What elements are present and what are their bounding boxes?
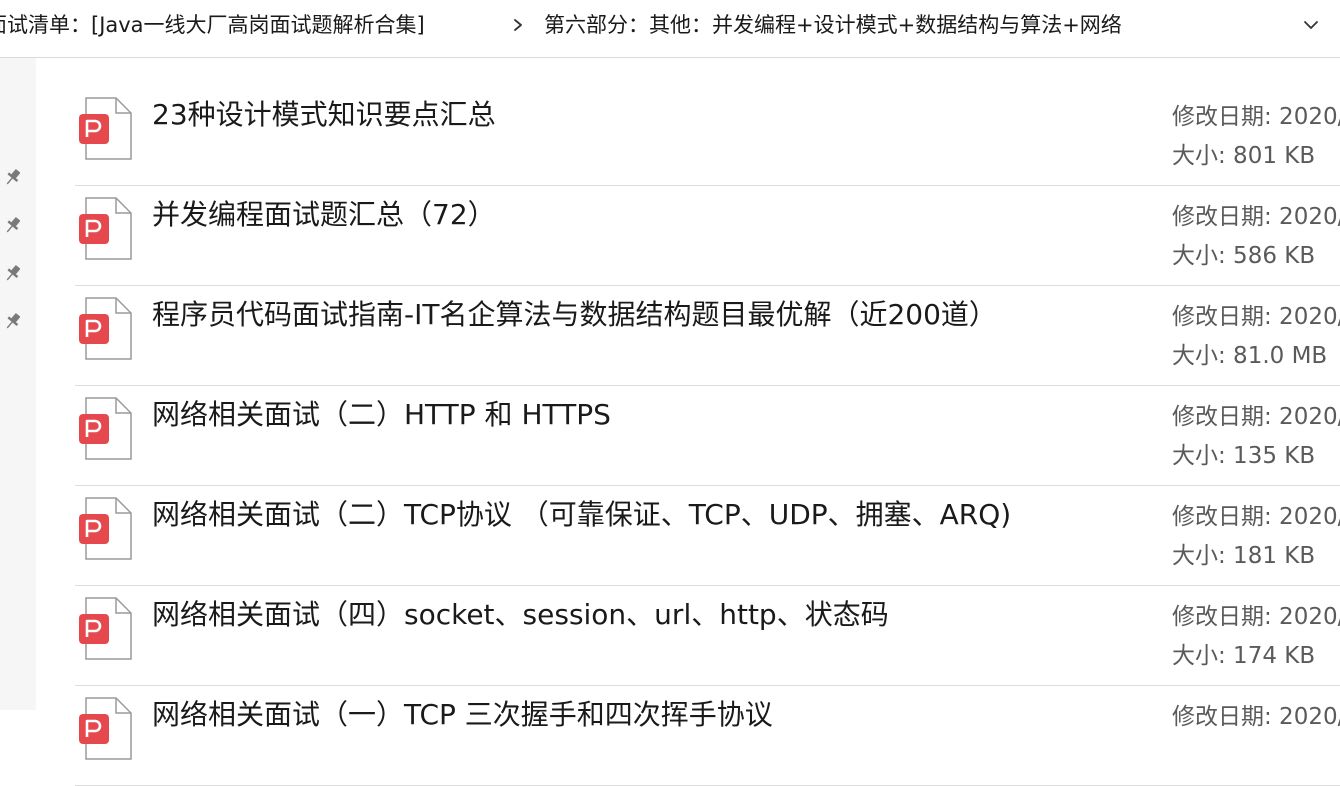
file-row[interactable]: 程序员代码面试指南-IT名企算法与数据结构题目最优解（近200道） 修改日期: … [75, 286, 1340, 386]
file-row[interactable]: 网络相关面试（二）TCP协议 （可靠保证、TCP、UDP、拥塞、ARQ) 修改日… [75, 486, 1340, 586]
breadcrumb-parent[interactable]: 面试清单：[Java一线大厂高岗面试题解析合集] [0, 10, 425, 40]
file-size: 大小: 81.0 MB [1172, 343, 1328, 369]
file-row[interactable]: 网络相关面试（二）HTTP 和 HTTPS 修改日期: 2020/ 大小: 13… [75, 386, 1340, 486]
file-row[interactable]: 网络相关面试（一）TCP 三次握手和四次挥手协议 修改日期: 2020/ [75, 686, 1340, 786]
modified-date: 修改日期: 2020/ [1172, 204, 1340, 230]
file-name[interactable]: 23种设计模式知识要点汇总 [152, 96, 496, 134]
pdf-file-icon [79, 397, 132, 460]
modified-date: 修改日期: 2020/ [1172, 604, 1340, 630]
pin-icon[interactable] [2, 166, 24, 188]
file-name[interactable]: 并发编程面试题汇总（72） [152, 196, 496, 234]
file-name[interactable]: 网络相关面试（二）HTTP 和 HTTPS [152, 396, 611, 434]
chevron-down-icon[interactable] [1300, 14, 1322, 36]
file-name[interactable]: 网络相关面试（一）TCP 三次握手和四次挥手协议 [152, 696, 773, 734]
file-list: 23种设计模式知识要点汇总 修改日期: 2020/ 大小: 801 KB 并发编… [75, 86, 1340, 786]
navigation-pane [0, 58, 36, 710]
modified-date: 修改日期: 2020/ [1172, 404, 1340, 430]
pdf-file-icon [79, 497, 132, 560]
pin-icon[interactable] [2, 214, 24, 236]
file-name[interactable]: 程序员代码面试指南-IT名企算法与数据结构题目最优解（近200道） [152, 296, 997, 334]
modified-date: 修改日期: 2020/ [1172, 504, 1340, 530]
file-name[interactable]: 网络相关面试（四）socket、session、url、http、状态码 [152, 596, 889, 634]
pdf-file-icon [79, 297, 132, 360]
file-size: 大小: 586 KB [1172, 243, 1316, 269]
file-row[interactable]: 网络相关面试（四）socket、session、url、http、状态码 修改日… [75, 586, 1340, 686]
file-name[interactable]: 网络相关面试（二）TCP协议 （可靠保证、TCP、UDP、拥塞、ARQ) [152, 496, 1011, 534]
chevron-right-icon[interactable] [508, 10, 528, 40]
pdf-file-icon [79, 597, 132, 660]
breadcrumb-current[interactable]: 第六部分：其他：并发编程+设计模式+数据结构与算法+网络 [544, 10, 1122, 40]
pdf-file-icon [79, 97, 132, 160]
file-size: 大小: 181 KB [1172, 543, 1316, 569]
modified-date: 修改日期: 2020/ [1172, 704, 1340, 730]
file-size: 大小: 174 KB [1172, 643, 1316, 669]
pdf-file-icon [79, 697, 132, 760]
file-row[interactable]: 并发编程面试题汇总（72） 修改日期: 2020/ 大小: 586 KB [75, 186, 1340, 286]
file-size: 大小: 135 KB [1172, 443, 1316, 469]
file-row[interactable]: 23种设计模式知识要点汇总 修改日期: 2020/ 大小: 801 KB [75, 86, 1340, 186]
pdf-file-icon [79, 197, 132, 260]
modified-date: 修改日期: 2020/ [1172, 104, 1340, 130]
modified-date: 修改日期: 2020/ [1172, 304, 1340, 330]
pin-icon[interactable] [2, 262, 24, 284]
file-size: 大小: 801 KB [1172, 143, 1316, 169]
pin-icon[interactable] [2, 310, 24, 332]
address-bar[interactable]: 面试清单：[Java一线大厂高岗面试题解析合集] 第六部分：其他：并发编程+设计… [0, 0, 1340, 58]
